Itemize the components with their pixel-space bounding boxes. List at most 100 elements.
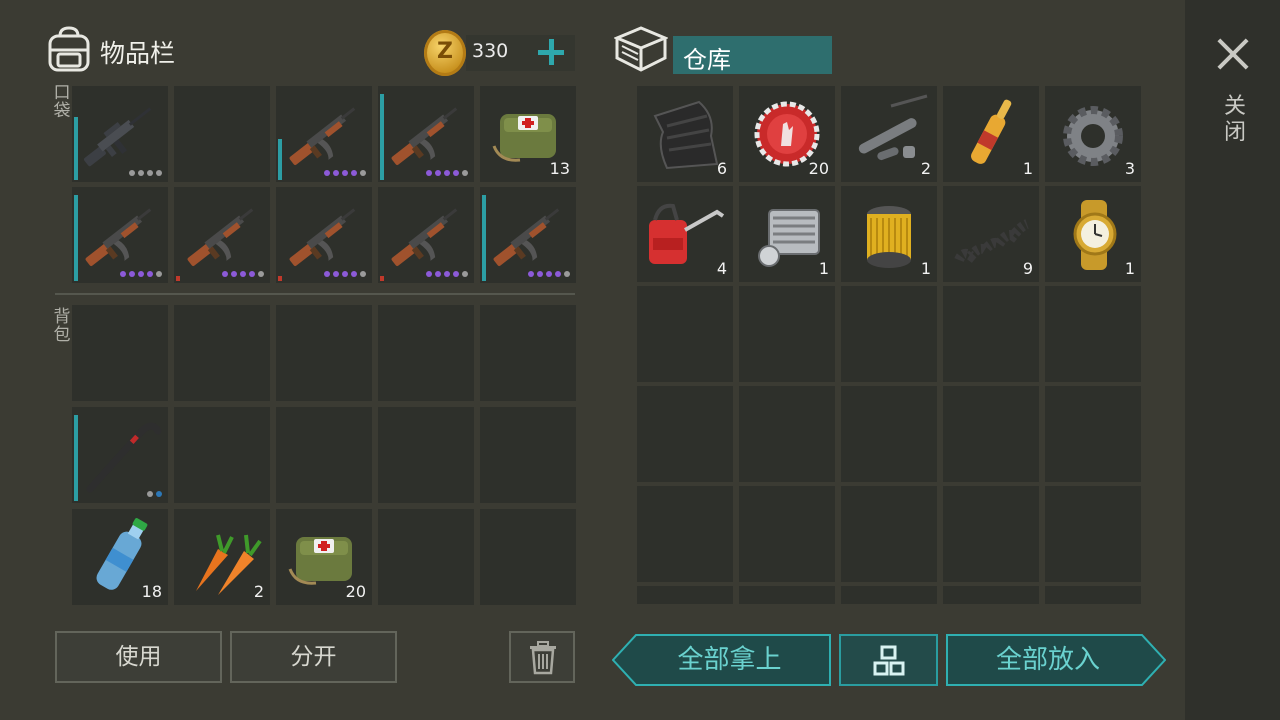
durability-bar xyxy=(74,415,78,501)
rarity-dots xyxy=(129,170,162,176)
item-count: 4 xyxy=(716,259,727,278)
backpack-slot[interactable] xyxy=(276,305,372,401)
durability-bar xyxy=(380,94,384,180)
pocket-slot[interactable] xyxy=(480,187,576,283)
rarity-dots xyxy=(147,491,162,497)
trash-button[interactable] xyxy=(509,631,575,683)
close-label[interactable]: 关闭 xyxy=(1224,94,1246,146)
pocket-slot[interactable] xyxy=(276,187,372,283)
backpack-slot[interactable] xyxy=(174,305,270,401)
item-count: 1 xyxy=(1124,259,1135,278)
storage-slot[interactable] xyxy=(943,486,1039,582)
backpack-slot[interactable] xyxy=(480,407,576,503)
backpack-slot[interactable]: 2 xyxy=(174,509,270,605)
storage-slot[interactable] xyxy=(739,286,835,382)
storage-slot[interactable] xyxy=(1045,386,1141,482)
backpack-slot[interactable] xyxy=(174,407,270,503)
item-count: 1 xyxy=(920,259,931,278)
storage-slot[interactable] xyxy=(943,586,1039,604)
storage-slot[interactable] xyxy=(637,386,733,482)
item-count: 3 xyxy=(1124,159,1135,178)
storage-box-icon xyxy=(613,24,669,78)
pocket-slot[interactable]: 13 xyxy=(480,86,576,182)
section-divider xyxy=(55,293,575,295)
use-button[interactable]: 使用 xyxy=(55,631,222,683)
item-count: 6 xyxy=(716,159,727,178)
storage-slot[interactable] xyxy=(841,286,937,382)
storage-slot[interactable]: 6 xyxy=(637,86,733,182)
storage-slot[interactable]: 2 xyxy=(841,86,937,182)
storage-slot[interactable]: 9 xyxy=(943,186,1039,282)
grid-layout-icon xyxy=(873,645,905,681)
m16-rifle-icon xyxy=(72,86,168,182)
storage-slot[interactable] xyxy=(841,486,937,582)
pocket-label: 口袋 xyxy=(53,83,71,121)
storage-slot[interactable] xyxy=(637,586,733,604)
backpack-slot[interactable] xyxy=(480,305,576,401)
backpack-slot[interactable]: 18 xyxy=(72,509,168,605)
pocket-slot[interactable] xyxy=(174,187,270,283)
storage-slot[interactable]: 20 xyxy=(739,86,835,182)
ak47-rifle-icon xyxy=(276,187,372,283)
storage-slot[interactable]: 1 xyxy=(943,86,1039,182)
backpack-slot[interactable] xyxy=(378,509,474,605)
backpack-slot[interactable] xyxy=(378,407,474,503)
item-count: 1 xyxy=(818,259,829,278)
durability-bar xyxy=(380,276,384,281)
pocket-slot[interactable] xyxy=(72,187,168,283)
storage-slot[interactable]: 4 xyxy=(637,186,733,282)
pocket-slot[interactable] xyxy=(276,86,372,182)
storage-slot[interactable] xyxy=(1045,486,1141,582)
crowbar-icon xyxy=(72,407,168,503)
backpack-slot[interactable] xyxy=(276,407,372,503)
storage-slot[interactable] xyxy=(637,486,733,582)
trash-icon xyxy=(528,641,558,679)
close-button[interactable] xyxy=(1215,36,1251,72)
backpack-label: 背包 xyxy=(53,307,71,345)
rarity-dots xyxy=(120,271,162,277)
storage-slot[interactable]: 1 xyxy=(1045,186,1141,282)
pocket-slot[interactable] xyxy=(72,86,168,182)
storage-slot[interactable] xyxy=(943,286,1039,382)
item-count: 18 xyxy=(141,582,162,601)
storage-slot[interactable] xyxy=(739,386,835,482)
durability-bar xyxy=(74,195,78,281)
storage-slot[interactable] xyxy=(841,386,937,482)
pocket-slot[interactable] xyxy=(174,86,270,182)
take-all-button[interactable]: 全部拿上 xyxy=(612,634,831,686)
backpack-icon xyxy=(46,26,92,78)
item-count: 2 xyxy=(920,159,931,178)
take-all-label: 全部拿上 xyxy=(677,645,782,675)
rarity-dots xyxy=(222,271,264,277)
coin-icon: Z xyxy=(424,30,466,76)
sort-grid-button[interactable] xyxy=(839,634,938,686)
storage-slot[interactable] xyxy=(943,386,1039,482)
backpack-slot[interactable] xyxy=(72,305,168,401)
item-count: 9 xyxy=(1022,259,1033,278)
add-coins-button[interactable] xyxy=(536,34,566,70)
storage-slot[interactable] xyxy=(739,486,835,582)
storage-slot[interactable]: 1 xyxy=(841,186,937,282)
backpack-slot[interactable] xyxy=(480,509,576,605)
backpack-slot[interactable] xyxy=(378,305,474,401)
pocket-slot[interactable] xyxy=(378,187,474,283)
durability-bar xyxy=(278,139,282,180)
ak47-rifle-icon xyxy=(174,187,270,283)
durability-bar xyxy=(482,195,486,281)
ak47-rifle-icon xyxy=(72,187,168,283)
put-all-label: 全部放入 xyxy=(995,645,1100,675)
put-all-button[interactable]: 全部放入 xyxy=(946,634,1166,686)
pocket-slot[interactable] xyxy=(378,86,474,182)
storage-slot[interactable] xyxy=(739,586,835,604)
storage-slot[interactable] xyxy=(1045,586,1141,604)
backpack-slot[interactable]: 20 xyxy=(276,509,372,605)
storage-slot[interactable]: 1 xyxy=(739,186,835,282)
split-button[interactable]: 分开 xyxy=(230,631,397,683)
storage-slot[interactable] xyxy=(637,286,733,382)
inventory-header: 物品栏 xyxy=(46,26,175,78)
storage-slot[interactable] xyxy=(841,586,937,604)
storage-slot[interactable] xyxy=(1045,286,1141,382)
durability-bar xyxy=(176,276,180,281)
storage-slot[interactable]: 3 xyxy=(1045,86,1141,182)
backpack-slot[interactable] xyxy=(72,407,168,503)
